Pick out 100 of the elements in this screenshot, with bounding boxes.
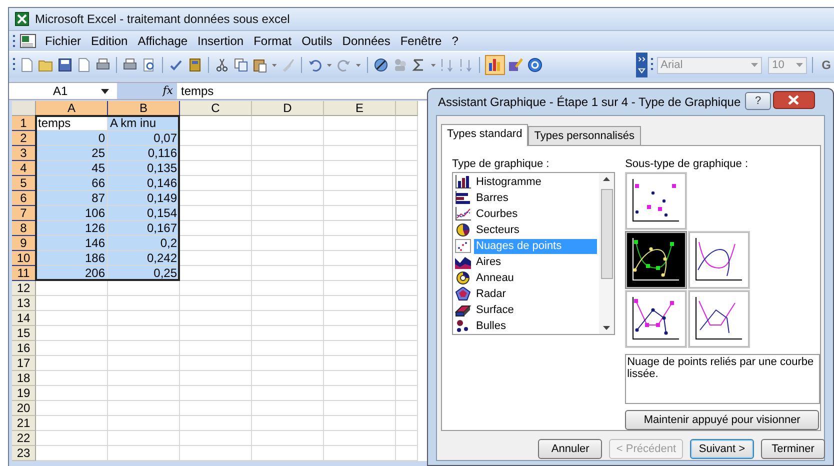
- menu-item[interactable]: Affichage: [132, 34, 193, 48]
- preview-button[interactable]: Maintenir appuyé pour visionner: [625, 410, 820, 430]
- tab[interactable]: Types personnalisés: [528, 126, 640, 145]
- dialog-button[interactable]: Terminer: [761, 439, 825, 459]
- column-header[interactable]: E: [324, 101, 396, 116]
- table-cell: [324, 446, 396, 461]
- row-header[interactable]: 14: [12, 311, 36, 326]
- row-header[interactable]: 17: [12, 356, 36, 371]
- row-header[interactable]: 10: [12, 251, 36, 266]
- table-cell: [180, 176, 252, 191]
- save-icon[interactable]: [56, 57, 73, 73]
- row-header[interactable]: 2: [12, 131, 36, 146]
- row-header[interactable]: 6: [12, 191, 36, 206]
- table-cell: [36, 296, 108, 311]
- table-cell: [180, 386, 252, 401]
- description-box: Nuage de points reliés par une courbe lissée.: [625, 354, 820, 404]
- function-button[interactable]: fx: [117, 83, 177, 99]
- row-header[interactable]: 1: [12, 116, 36, 131]
- dialog-button[interactable]: Annuler: [538, 439, 602, 459]
- chart-subtype-option[interactable]: [688, 231, 750, 289]
- row-header[interactable]: 4: [12, 161, 36, 176]
- window-title: Microsoft Excel - traitemant données sous excel: [35, 12, 290, 26]
- table-cell: [396, 326, 418, 341]
- table-cell: [252, 386, 324, 401]
- list-item[interactable]: Secteurs: [474, 222, 598, 238]
- row-header[interactable]: 9: [12, 236, 36, 251]
- line-chart-icon: [455, 207, 471, 221]
- clipboard-icon[interactable]: [252, 57, 268, 73]
- row-header[interactable]: 5: [12, 176, 36, 191]
- list-item[interactable]: Anneau: [474, 270, 598, 286]
- menu-item[interactable]: Edition: [86, 34, 133, 48]
- table-cell: [252, 311, 324, 326]
- scissors-icon[interactable]: [214, 57, 230, 73]
- book-icon[interactable]: [186, 57, 203, 73]
- help-icon[interactable]: [527, 57, 544, 73]
- dropdown-caret-icon[interactable]: [101, 88, 109, 94]
- chart-icon[interactable]: [485, 55, 506, 75]
- row-header[interactable]: 22: [12, 431, 36, 446]
- column-header[interactable]: A: [36, 101, 108, 116]
- menu-item[interactable]: ?: [446, 34, 464, 48]
- row-header[interactable]: 13: [12, 296, 36, 311]
- column-header[interactable]: B: [108, 101, 180, 116]
- table-cell: [252, 431, 324, 446]
- table-cell: [180, 356, 252, 371]
- table-cell: [324, 386, 396, 401]
- copy-icon[interactable]: [232, 57, 249, 73]
- column-header[interactable]: D: [252, 101, 324, 116]
- formula-field[interactable]: temps: [177, 84, 214, 98]
- row-header[interactable]: 23: [12, 446, 36, 461]
- table-cell: 126: [36, 221, 108, 236]
- table-cell: [396, 296, 418, 311]
- menu-item[interactable]: Fichier: [40, 34, 86, 48]
- menu-item[interactable]: Fenêtre: [395, 34, 447, 48]
- column-header[interactable]: C: [180, 101, 252, 116]
- list-item[interactable]: Courbes: [474, 206, 598, 222]
- table-cell: 0,116: [108, 146, 180, 161]
- list-item[interactable]: Bulles: [474, 318, 598, 334]
- chart-subtype-option[interactable]: [625, 290, 688, 348]
- undo-icon[interactable]: [307, 57, 324, 73]
- help-button[interactable]: ?: [745, 92, 771, 110]
- workbook-icon[interactable]: [20, 34, 36, 48]
- row-header[interactable]: 3: [12, 146, 36, 161]
- bold-button[interactable]: G: [818, 58, 834, 72]
- table-cell: [180, 341, 252, 356]
- table-cell: [180, 446, 252, 461]
- close-button[interactable]: [773, 91, 815, 109]
- row-header[interactable]: 7: [12, 206, 36, 221]
- chart-subtype-option[interactable]: [625, 231, 688, 289]
- row-header[interactable]: 15: [12, 326, 36, 341]
- row-header[interactable]: 18: [12, 371, 36, 386]
- document-icon[interactable]: [18, 57, 35, 73]
- scroll-up-icon[interactable]: [603, 177, 610, 181]
- menu-item[interactable]: Données: [337, 34, 396, 48]
- list-item[interactable]: Surface: [474, 302, 598, 318]
- table-cell: [108, 401, 180, 416]
- menu-item[interactable]: Outils: [296, 34, 338, 48]
- pencil-shapes-icon[interactable]: [508, 57, 524, 73]
- chart-subtype-option[interactable]: [688, 290, 750, 348]
- list-item[interactable]: Aires: [474, 254, 598, 270]
- menu-item[interactable]: Insertion: [192, 34, 249, 48]
- scrollbar[interactable]: [599, 173, 614, 334]
- row-header[interactable]: 21: [12, 416, 36, 431]
- row-header[interactable]: 16: [12, 341, 36, 356]
- scroll-down-icon[interactable]: [603, 326, 610, 330]
- list-item[interactable]: Barres: [474, 190, 598, 206]
- table-cell: [324, 371, 396, 386]
- row-header[interactable]: 8: [12, 221, 36, 236]
- dialog-button[interactable]: Suivant >: [690, 439, 754, 459]
- row-header[interactable]: 19: [12, 386, 36, 401]
- table-cell: [324, 236, 396, 251]
- list-item[interactable]: Histogramme: [474, 174, 598, 190]
- tab[interactable]: Types standard: [441, 124, 528, 146]
- chart-subtype-option[interactable]: [625, 172, 688, 230]
- row-header[interactable]: 11: [12, 266, 36, 281]
- row-header[interactable]: 20: [12, 401, 36, 416]
- toolbar-overflow-icon[interactable]: [636, 52, 648, 78]
- menu-item[interactable]: Format: [248, 34, 297, 48]
- table-cell: [36, 371, 108, 386]
- row-header[interactable]: 12: [12, 281, 36, 296]
- list-item[interactable]: Radar: [474, 286, 598, 302]
